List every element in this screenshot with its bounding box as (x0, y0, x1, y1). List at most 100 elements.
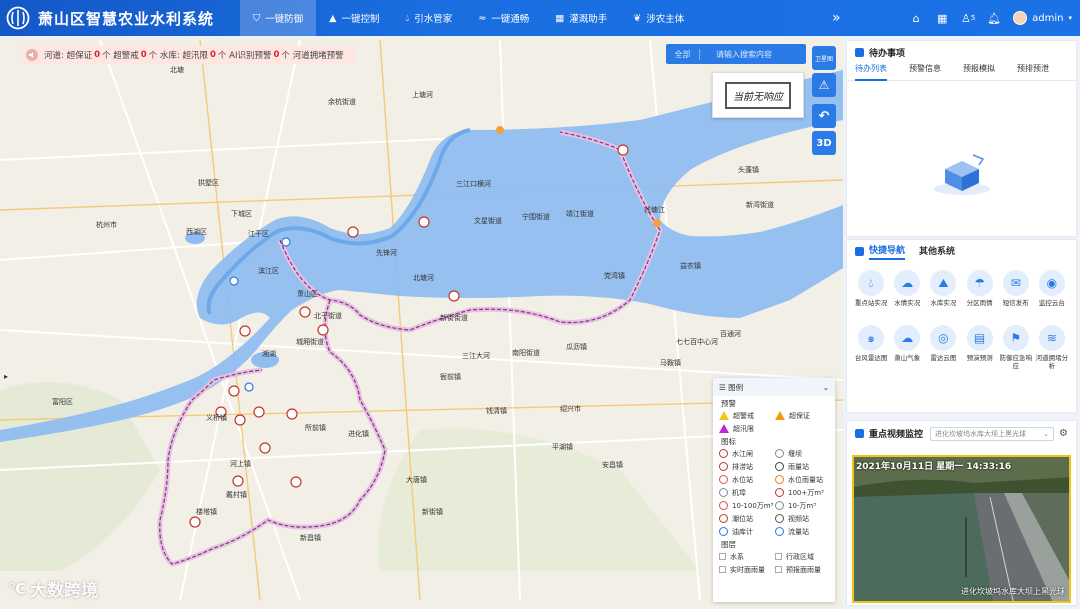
todo-tab-3[interactable]: 预排预泄 (1017, 63, 1049, 81)
reservoir-icon: ⛰ (930, 270, 957, 296)
users-count: 5 (970, 14, 976, 22)
legend-symbol-icon (775, 488, 784, 497)
quick-nav-item-label: 分区雨情 (966, 299, 993, 307)
video-panel-header: 重点视频监控 进化坎坡坞水库大坝上黑光球 ⌄ ⚙ (847, 421, 1076, 443)
tab-quick-nav[interactable]: 快捷导航 (869, 243, 906, 260)
ai-count: 0 (273, 50, 280, 60)
map-place-label: 绍兴市 (560, 404, 581, 413)
legend-symbol-icon (775, 475, 784, 484)
quick-nav-item-3[interactable]: ☂ 分区雨情 (962, 270, 998, 315)
home-icon[interactable]: ⌂ (905, 7, 927, 29)
map-place-label: 城厢街道 (296, 337, 324, 346)
video-caption: 进化坎坡坞水库大坝上黑光球 (961, 587, 1065, 596)
quick-nav-item-label: 雷达云图 (930, 354, 957, 362)
legend-item: 超保证 (775, 410, 831, 421)
user-menu[interactable]: admin ▾ (1013, 11, 1072, 25)
legend-item-label: 10-100万m³ (732, 501, 774, 510)
nav-item-0[interactable]: ⛉ 一键防御 (240, 0, 317, 36)
legend-header[interactable]: ☰ 图例 ⌄ (713, 378, 835, 396)
map-place-label: 衙前镇 (440, 372, 461, 381)
collapse-nav-icon[interactable]: » (832, 9, 848, 27)
quick-nav-item-8[interactable]: ◎ 雷达云图 (925, 325, 961, 370)
left-panel-toggle-icon[interactable]: ▸ (4, 372, 8, 381)
map-place-label: 西湖区 (186, 227, 207, 236)
grid-icon: ▦ (555, 12, 565, 24)
legend-item[interactable]: 预报面雨量 (775, 564, 831, 575)
search-input[interactable]: 请输入搜索内容 (700, 49, 772, 60)
legend-item: 10-100万m³ (719, 500, 775, 511)
nav-item-5[interactable]: ❦ 涉农主体 (620, 0, 697, 36)
nav-item-label: 引水管家 (414, 14, 453, 25)
legend-item: 机埠 (719, 487, 775, 498)
legend-item-label: 水江闸 (732, 449, 753, 458)
map-place-label: 钱清镇 (486, 406, 507, 415)
todo-panel-title: 待办事项 (869, 48, 906, 59)
quick-nav-item-10[interactable]: ⚑ 防御应急响应 (998, 325, 1034, 370)
checkbox[interactable] (719, 566, 726, 573)
todo-tab-1[interactable]: 预警信息 (909, 63, 941, 81)
warning-triangle-icon (719, 411, 729, 420)
quick-nav-item-4[interactable]: ✉ 短信发布 (998, 270, 1034, 315)
quick-nav-item-11[interactable]: ≋ 河道拥堵分析 (1034, 325, 1070, 370)
watermark-text: 大数跨境 (30, 581, 99, 601)
legend-item-label: 水位站 (732, 475, 753, 484)
quick-nav-item-6[interactable]: ๑ 台风雷达图 (853, 325, 889, 370)
video-feed[interactable]: 2021年10月11日 星期一 14:33:16 进化坎坡坞水库大坝上黑光球 (852, 455, 1071, 603)
map-search[interactable]: 全部 请输入搜索内容 (666, 44, 806, 64)
nav-item-1[interactable]: ▲ 一键控制 (316, 0, 392, 36)
map-place-label: 拱墅区 (198, 178, 219, 187)
river-label: 河道: (44, 51, 64, 61)
map-place-label: 萧山区 (297, 289, 318, 298)
legend-item-label: 超汛限 (733, 424, 754, 433)
basemap-toggle-button[interactable]: 卫星图 (812, 46, 836, 70)
todo-tab-2[interactable]: 预报模拟 (963, 63, 995, 81)
apps-grid-icon[interactable]: ▦ (931, 7, 953, 29)
quick-nav-item-7[interactable]: ☁ 萧山气象 (889, 325, 925, 370)
nav-item-4[interactable]: ▦ 灌溉助手 (542, 0, 620, 36)
map-place-label: 楼塔镇 (196, 507, 217, 516)
map-place-label: 大唐镇 (406, 475, 427, 484)
legend-layer-section: 图层 (721, 540, 736, 549)
legend-item-label: 潮位站 (732, 514, 753, 523)
warning-button[interactable]: ⚠ (812, 73, 836, 97)
quick-nav-item-1[interactable]: ☁ 水情实况 (889, 270, 925, 315)
quick-nav-item-5[interactable]: ◉ 监控云台 (1034, 270, 1070, 315)
quick-nav-item-label: 预演预测 (966, 354, 993, 362)
bell-icon[interactable]: 🔔︎ (983, 7, 1005, 29)
users-icon[interactable]: ♙ 5 (957, 7, 979, 29)
video-panel: 重点视频监控 进化坎坡坞水库大坝上黑光球 ⌄ ⚙ 2021年10月11日 星期一… (847, 421, 1076, 605)
nav-item-label: 涉农主体 (646, 14, 685, 25)
tab-other-systems[interactable]: 其他系统 (919, 244, 955, 259)
settings-gear-icon[interactable]: ⚙ (1059, 428, 1068, 439)
legend-item: 视频站 (775, 513, 831, 524)
quick-nav-item-0[interactable]: 💧︎ 重点站实况 (853, 270, 889, 315)
radar-icon: ◎ (930, 325, 957, 351)
legend-item[interactable]: 行政区域 (775, 551, 831, 562)
legend-item-label: 行政区域 (786, 552, 814, 561)
reset-view-button[interactable]: ↶ (812, 104, 836, 128)
legend-item-label: 堰坝 (788, 449, 802, 458)
quick-nav-item-label: 防御应急响应 (999, 354, 1032, 370)
legend-item[interactable]: 实时面雨量 (719, 564, 775, 575)
leaf-icon: ❦ (633, 12, 642, 24)
checkbox[interactable] (719, 553, 726, 560)
quick-nav-item-9[interactable]: ▤ 预演预测 (962, 325, 998, 370)
camera-select[interactable]: 进化坎坡坞水库大坝上黑光球 ⌄ (930, 426, 1055, 441)
checkbox[interactable] (775, 553, 782, 560)
mountain-icon: ▲ (329, 12, 337, 24)
3d-button[interactable]: 3D (812, 131, 836, 155)
nav-item-2[interactable]: 💧︎ 引水管家 (392, 0, 465, 36)
watermark-logo-icon: ℃ (8, 579, 27, 598)
todo-tab-0[interactable]: 待办列表 (855, 63, 887, 81)
legend-item[interactable]: 水系 (719, 551, 775, 562)
map-place-label: 戴村镇 (226, 490, 247, 499)
todo-tabs: 待办列表 预警信息 预报模拟 预排预泄 (847, 63, 1076, 81)
response-stamp: 当前无响应 (712, 72, 804, 118)
header-actions: ⌂ ▦ ♙ 5 🔔︎ admin ▾ (903, 0, 1080, 36)
quick-nav-item-2[interactable]: ⛰ 水库实况 (925, 270, 961, 315)
checkbox[interactable] (775, 566, 782, 573)
drop-icon: 💧︎ (858, 270, 885, 296)
search-category-select[interactable]: 全部 (666, 48, 700, 60)
nav-item-3[interactable]: ≈ 一键通畅 (465, 0, 542, 36)
chevron-down-icon[interactable]: ⌄ (823, 383, 829, 392)
